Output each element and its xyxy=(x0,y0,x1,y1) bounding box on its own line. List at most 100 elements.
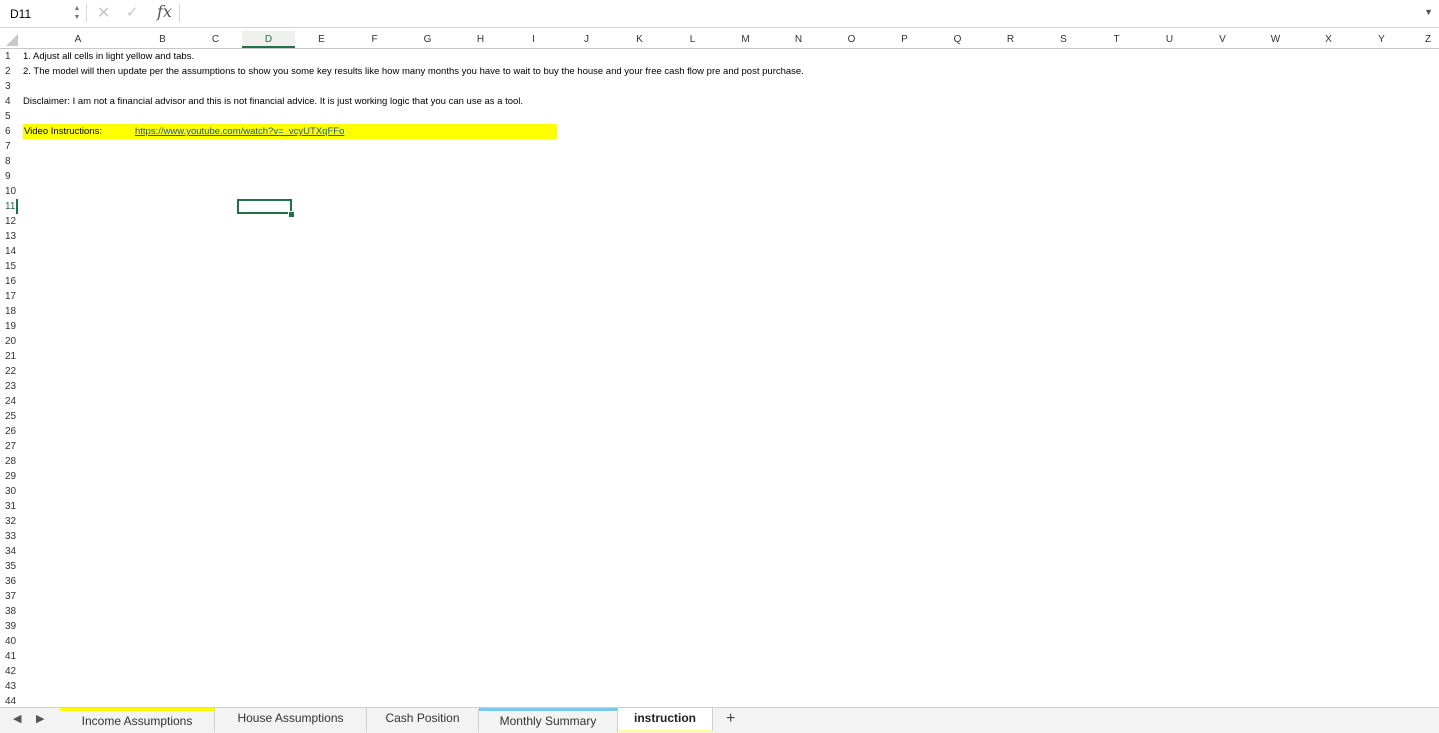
column-header-r[interactable]: R xyxy=(984,31,1037,48)
cell-b6[interactable]: https://www.youtube.com/watch?v=_vcyUTXq… xyxy=(135,124,344,139)
row-header-1[interactable]: 1 xyxy=(0,49,18,64)
video-link[interactable]: https://www.youtube.com/watch?v=_vcyUTXq… xyxy=(135,126,344,137)
row-header-14[interactable]: 14 xyxy=(0,244,18,259)
row-header-41[interactable]: 41 xyxy=(0,649,18,664)
column-header-e[interactable]: E xyxy=(295,31,348,48)
select-all-button[interactable] xyxy=(0,31,20,48)
row-header-7[interactable]: 7 xyxy=(0,139,18,154)
next-sheet-icon[interactable]: ▶ xyxy=(36,712,44,725)
row-header-15[interactable]: 15 xyxy=(0,259,18,274)
row-header-2[interactable]: 2 xyxy=(0,64,18,79)
sheet-tab-income-assumptions[interactable]: Income Assumptions xyxy=(60,708,215,732)
row-header-32[interactable]: 32 xyxy=(0,514,18,529)
cell-a4[interactable]: Disclaimer: I am not a financial advisor… xyxy=(23,94,523,109)
row-header-34[interactable]: 34 xyxy=(0,544,18,559)
column-header-d[interactable]: D xyxy=(242,31,295,48)
row-header-40[interactable]: 40 xyxy=(0,634,18,649)
row-header-27[interactable]: 27 xyxy=(0,439,18,454)
row-header-17[interactable]: 17 xyxy=(0,289,18,304)
row-header-26[interactable]: 26 xyxy=(0,424,18,439)
cell-a6[interactable]: Video Instructions: xyxy=(24,124,102,139)
column-header-k[interactable]: K xyxy=(613,31,666,48)
column-header-n[interactable]: N xyxy=(772,31,825,48)
column-headers: ABCDEFGHIJKLMNOPQRSTUVWXYZ xyxy=(0,31,1439,49)
row-header-23[interactable]: 23 xyxy=(0,379,18,394)
row-header-5[interactable]: 5 xyxy=(0,109,18,124)
row-header-10[interactable]: 10 xyxy=(0,184,18,199)
column-header-i[interactable]: I xyxy=(507,31,560,48)
function-icon[interactable]: fx xyxy=(157,2,172,21)
name-box[interactable]: D11 ▲ ▼ xyxy=(2,3,82,23)
row-header-21[interactable]: 21 xyxy=(0,349,18,364)
row-header-43[interactable]: 43 xyxy=(0,679,18,694)
column-header-z[interactable]: Z xyxy=(1408,31,1439,48)
row-header-33[interactable]: 33 xyxy=(0,529,18,544)
row-header-31[interactable]: 31 xyxy=(0,499,18,514)
row-header-20[interactable]: 20 xyxy=(0,334,18,349)
column-header-w[interactable]: W xyxy=(1249,31,1302,48)
row-header-35[interactable]: 35 xyxy=(0,559,18,574)
row-header-13[interactable]: 13 xyxy=(0,229,18,244)
worksheet-grid[interactable]: 1. Adjust all cells in light yellow and … xyxy=(20,49,1439,707)
column-header-o[interactable]: O xyxy=(825,31,878,48)
column-header-h[interactable]: H xyxy=(454,31,507,48)
row-header-9[interactable]: 9 xyxy=(0,169,18,184)
column-header-p[interactable]: P xyxy=(878,31,931,48)
row-header-24[interactable]: 24 xyxy=(0,394,18,409)
divider xyxy=(86,4,87,22)
cell-a1[interactable]: 1. Adjust all cells in light yellow and … xyxy=(23,49,194,64)
sheet-tab-bar: ◀ ▶ Income Assumptions House Assumptions C… xyxy=(0,707,1439,733)
name-box-stepper-icon[interactable]: ▲ ▼ xyxy=(72,4,82,22)
sheet-tab-cash-position[interactable]: Cash Position xyxy=(367,708,479,732)
chevron-down-icon[interactable]: ▼ xyxy=(1424,7,1433,17)
column-header-l[interactable]: L xyxy=(666,31,719,48)
row-header-18[interactable]: 18 xyxy=(0,304,18,319)
column-header-u[interactable]: U xyxy=(1143,31,1196,48)
column-header-y[interactable]: Y xyxy=(1355,31,1408,48)
active-cell-d11[interactable] xyxy=(237,199,292,214)
cell-reference: D11 xyxy=(10,7,32,21)
row-header-3[interactable]: 3 xyxy=(0,79,18,94)
column-header-f[interactable]: F xyxy=(348,31,401,48)
row-header-19[interactable]: 19 xyxy=(0,319,18,334)
row-header-22[interactable]: 22 xyxy=(0,364,18,379)
column-header-m[interactable]: M xyxy=(719,31,772,48)
divider xyxy=(179,4,180,22)
row-header-30[interactable]: 30 xyxy=(0,484,18,499)
select-all-icon xyxy=(6,34,18,46)
row-header-29[interactable]: 29 xyxy=(0,469,18,484)
previous-sheet-icon[interactable]: ◀ xyxy=(13,712,21,725)
sheet-tab-instruction[interactable]: instruction xyxy=(618,708,713,732)
column-header-g[interactable]: G xyxy=(401,31,454,48)
column-header-q[interactable]: Q xyxy=(931,31,984,48)
row-header-4[interactable]: 4 xyxy=(0,94,18,109)
column-header-c[interactable]: C xyxy=(189,31,242,48)
row-header-25[interactable]: 25 xyxy=(0,409,18,424)
column-header-j[interactable]: J xyxy=(560,31,613,48)
column-header-t[interactable]: T xyxy=(1090,31,1143,48)
formula-bar: D11 ▲ ▼ ✕ ✓ fx ▼ xyxy=(0,0,1439,28)
row-header-11[interactable]: 11 xyxy=(0,199,18,214)
row-header-16[interactable]: 16 xyxy=(0,274,18,289)
checkmark-icon[interactable]: ✓ xyxy=(126,3,139,21)
cancel-icon[interactable]: ✕ xyxy=(97,3,110,23)
row-header-8[interactable]: 8 xyxy=(0,154,18,169)
row-header-39[interactable]: 39 xyxy=(0,619,18,634)
row-header-42[interactable]: 42 xyxy=(0,664,18,679)
column-header-a[interactable]: A xyxy=(20,31,136,48)
column-header-s[interactable]: S xyxy=(1037,31,1090,48)
row-header-37[interactable]: 37 xyxy=(0,589,18,604)
fill-handle[interactable] xyxy=(288,211,295,218)
sheet-tab-monthly-summary[interactable]: Monthly Summary xyxy=(479,708,618,732)
column-header-b[interactable]: B xyxy=(136,31,189,48)
row-header-36[interactable]: 36 xyxy=(0,574,18,589)
row-header-38[interactable]: 38 xyxy=(0,604,18,619)
add-sheet-button[interactable]: + xyxy=(726,710,735,728)
row-header-6[interactable]: 6 xyxy=(0,124,18,139)
row-header-28[interactable]: 28 xyxy=(0,454,18,469)
row-header-12[interactable]: 12 xyxy=(0,214,18,229)
column-header-v[interactable]: V xyxy=(1196,31,1249,48)
cell-a2[interactable]: 2. The model will then update per the as… xyxy=(23,64,804,79)
sheet-tab-house-assumptions[interactable]: House Assumptions xyxy=(215,708,367,732)
column-header-x[interactable]: X xyxy=(1302,31,1355,48)
